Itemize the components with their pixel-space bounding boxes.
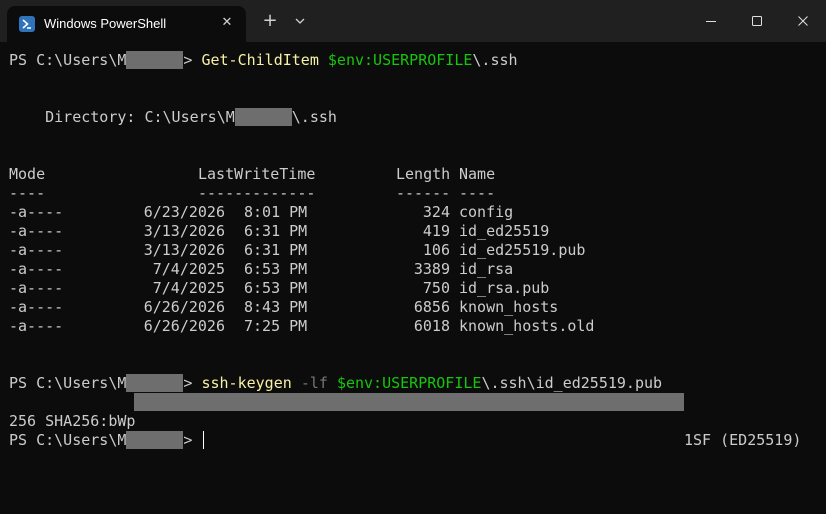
row-name: id_ed25519 <box>459 222 550 240</box>
underline-name: ---- <box>459 184 496 202</box>
maximize-button[interactable] <box>734 0 780 42</box>
variable: $env:USERPROFILE <box>336 374 482 392</box>
variable: $env:USERPROFILE <box>327 51 473 69</box>
table-row: -a---- 3/13/2026 6:31 PM 419 id_ed25519 <box>9 222 809 241</box>
parameter: -lf <box>300 374 328 392</box>
powershell-icon <box>19 16 35 32</box>
text-cursor[interactable] <box>203 431 205 449</box>
row-length: 750 <box>422 279 450 297</box>
underline-lastwritetime: ------------- <box>198 184 316 202</box>
directory-suffix: \.ssh <box>291 108 337 126</box>
row-name: id_ed25519.pub <box>459 241 586 259</box>
row-length: 419 <box>422 222 450 240</box>
row-time: 6:31 PM <box>244 222 308 240</box>
redacted-fingerprint <box>134 393 684 411</box>
minimize-button[interactable] <box>688 0 734 42</box>
row-mode: -a---- <box>9 260 64 278</box>
command-line-2: PS C:\Users\M > ssh-keygen -lf $env:USERP… <box>9 374 662 393</box>
table-row: -a---- 6/26/2026 8:43 PM 6856 known_host… <box>9 298 809 317</box>
row-length: 106 <box>422 241 450 259</box>
row-time: 6:53 PM <box>244 260 308 278</box>
prompt-gt: > <box>183 51 193 69</box>
close-icon <box>798 16 808 26</box>
terminal-window: Windows PowerShell ✕ + PS C:\Users\M > G… <box>0 0 826 514</box>
tab-close-button[interactable]: ✕ <box>217 13 237 33</box>
row-date: 3/13/2026 <box>143 241 225 259</box>
row-date: 6/26/2026 <box>143 298 225 316</box>
prompt-text: PS C:\Users\M <box>9 51 127 69</box>
row-name: known_hosts <box>459 298 559 316</box>
header-mode: Mode <box>9 165 46 183</box>
row-mode: -a---- <box>9 279 64 297</box>
new-tab-button[interactable]: + <box>259 10 281 32</box>
row-mode: -a---- <box>9 222 64 240</box>
close-window-button[interactable] <box>780 0 826 42</box>
row-time: 7:25 PM <box>244 317 308 335</box>
directory-line: Directory: C:\Users\M \.ssh <box>9 108 337 127</box>
table-row: -a---- 3/13/2026 6:31 PM 106 id_ed25519.… <box>9 241 809 260</box>
table-row: -a---- 6/23/2026 8:01 PM 324 config <box>9 203 809 222</box>
row-length: 6856 <box>413 298 450 316</box>
table-header: Mode LastWriteTime Length Name <box>9 165 809 184</box>
minimize-icon <box>706 21 716 22</box>
tab-windows-powershell[interactable]: Windows PowerShell ✕ <box>7 6 246 42</box>
fingerprint-suffix: 1SF (ED25519) <box>684 431 802 449</box>
row-date: 3/13/2026 <box>143 222 225 240</box>
underline-mode: ---- <box>9 184 46 202</box>
command-line-1: PS C:\Users\M > Get-ChildItem $env:USERPR… <box>9 51 518 70</box>
table-row: -a---- 6/26/2026 7:25 PM 6018 known_host… <box>9 317 809 336</box>
row-name: known_hosts.old <box>459 317 595 335</box>
header-length: Length <box>396 165 451 183</box>
row-name: config <box>459 203 514 221</box>
argument: \.ssh <box>472 51 518 69</box>
fingerprint-prefix: 256 SHA256:bWp <box>9 412 136 430</box>
row-length: 6018 <box>413 317 450 335</box>
row-length: 3389 <box>413 260 450 278</box>
chevron-down-icon[interactable] <box>289 10 311 32</box>
row-name: id_rsa.pub <box>459 279 550 297</box>
row-date: 6/26/2026 <box>143 317 225 335</box>
command-line-3: PS C:\Users\M > <box>9 431 205 450</box>
table-header-underline: ---- ------------- ------ ---- <box>9 184 809 203</box>
command-name: Get-ChildItem <box>201 51 319 69</box>
row-date: 6/23/2026 <box>143 203 225 221</box>
terminal-output[interactable]: PS C:\Users\M > Get-ChildItem $env:USERPR… <box>0 42 826 514</box>
row-time: 8:01 PM <box>244 203 308 221</box>
row-mode: -a---- <box>9 298 64 316</box>
row-name: id_rsa <box>459 260 514 278</box>
table-row: -a---- 7/4/2025 6:53 PM 3389 id_rsa <box>9 260 809 279</box>
redacted-username <box>126 374 184 392</box>
header-lastwritetime: LastWriteTime <box>198 165 316 183</box>
prompt-gt: > <box>183 431 193 449</box>
prompt-text: PS C:\Users\M <box>9 431 127 449</box>
redacted-username <box>126 431 184 449</box>
row-time: 8:43 PM <box>244 298 308 316</box>
redacted-username <box>234 108 292 126</box>
redacted-username <box>126 51 184 69</box>
prompt-text: PS C:\Users\M <box>9 374 127 392</box>
argument: \.ssh\id_ed25519.pub <box>481 374 663 392</box>
prompt-gt: > <box>183 374 193 392</box>
row-mode: -a---- <box>9 203 64 221</box>
row-time: 6:31 PM <box>244 241 308 259</box>
tab-title: Windows PowerShell <box>44 16 167 31</box>
row-time: 6:53 PM <box>244 279 308 297</box>
row-length: 324 <box>422 203 450 221</box>
command-name: ssh-keygen <box>201 374 292 392</box>
underline-length: ------ <box>396 184 451 202</box>
row-mode: -a---- <box>9 241 64 259</box>
maximize-icon <box>752 16 762 26</box>
row-date: 7/4/2025 <box>152 279 225 297</box>
table-row: -a---- 7/4/2025 6:53 PM 750 id_rsa.pub <box>9 279 809 298</box>
header-name: Name <box>459 165 496 183</box>
row-mode: -a---- <box>9 317 64 335</box>
row-date: 7/4/2025 <box>152 260 225 278</box>
directory-label: Directory: C:\Users\M <box>9 108 235 126</box>
title-bar[interactable]: Windows PowerShell ✕ + <box>0 0 826 42</box>
